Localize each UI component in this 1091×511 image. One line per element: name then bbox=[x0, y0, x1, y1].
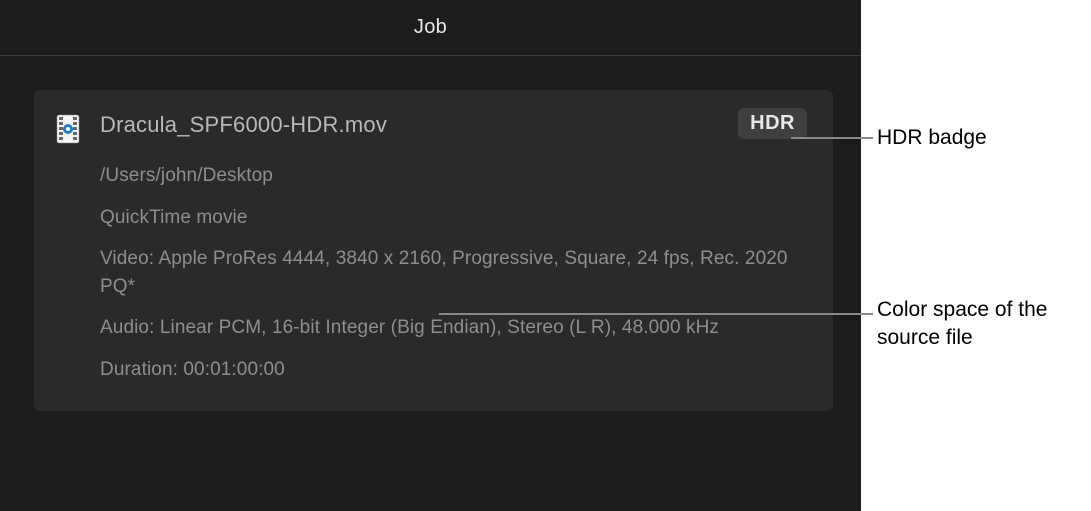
panel-header: Job bbox=[0, 0, 861, 56]
job-header: Dracula_SPF6000-HDR.mov bbox=[56, 112, 807, 144]
job-panel: Job Dra bbox=[0, 0, 861, 511]
hdr-badge: HDR bbox=[738, 108, 807, 139]
job-audio-info: Audio: Linear PCM, 16-bit Integer (Big E… bbox=[100, 314, 807, 342]
job-video-info: Video: Apple ProRes 4444, 3840 x 2160, P… bbox=[100, 245, 807, 300]
callout-line-colorspace bbox=[439, 313, 873, 315]
job-duration: Duration: 00:01:00:00 bbox=[100, 356, 807, 384]
job-container: QuickTime movie bbox=[100, 204, 807, 232]
callout-line-hdr bbox=[791, 137, 873, 139]
movie-file-icon bbox=[56, 114, 80, 144]
callout-hdr-badge: HDR badge bbox=[877, 124, 987, 152]
callout-colorspace: Color space of the source file bbox=[877, 296, 1091, 353]
job-filename: Dracula_SPF6000-HDR.mov bbox=[100, 112, 387, 138]
panel-title: Job bbox=[414, 16, 447, 39]
job-card[interactable]: Dracula_SPF6000-HDR.mov HDR /Users/john/… bbox=[34, 90, 833, 411]
job-details: /Users/john/Desktop QuickTime movie Vide… bbox=[100, 162, 807, 383]
job-path: /Users/john/Desktop bbox=[100, 162, 807, 190]
